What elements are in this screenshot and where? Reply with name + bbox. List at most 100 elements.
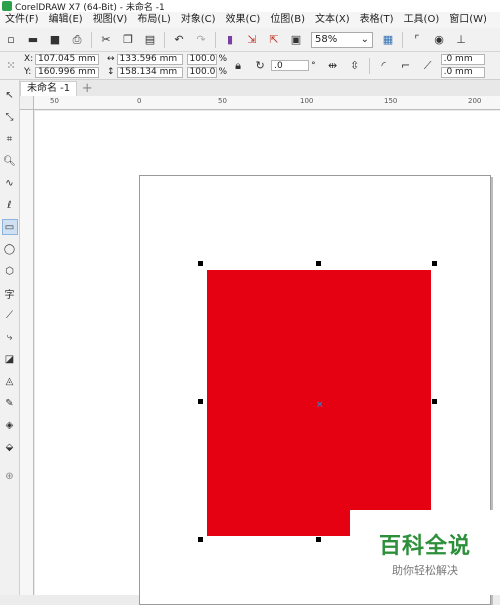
selection-handle[interactable] bbox=[316, 537, 321, 542]
export-icon[interactable]: ⇱ bbox=[265, 31, 283, 49]
show-grid-icon[interactable]: ◉ bbox=[430, 31, 448, 49]
selection-handle[interactable] bbox=[432, 399, 437, 404]
rotate-icon[interactable]: ↻ bbox=[251, 57, 269, 75]
zoom-level-select[interactable]: 58% ⌄ bbox=[311, 31, 373, 48]
rotation-field[interactable]: .0 bbox=[271, 60, 310, 71]
menu-file[interactable]: 文件(F) bbox=[0, 12, 44, 28]
crop-tool-icon[interactable]: ⌗ bbox=[2, 131, 18, 147]
height-field[interactable]: 158.134 mm bbox=[116, 66, 183, 78]
round-corner-icon[interactable]: ◜ bbox=[375, 57, 393, 75]
toolbox: ↖ ⤡ ⌗ 🔍︎ ∿ ℓ ▭ ◯ ⬡ 字 ⟋ ⤷ ◪ ◬ ✎ ◈ ⬙ ⊕ bbox=[0, 80, 20, 595]
color-eyedropper-icon[interactable]: ✎ bbox=[2, 395, 18, 411]
add-tool-icon[interactable]: ⊕ bbox=[2, 468, 18, 484]
menu-bitmap[interactable]: 位图(B) bbox=[265, 12, 310, 28]
degree-label: ° bbox=[311, 60, 316, 71]
save-icon[interactable]: ■ bbox=[46, 31, 64, 49]
menu-bar: 文件(F) 编辑(E) 视图(V) 布局(L) 对象(C) 效果(C) 位图(B… bbox=[0, 12, 500, 28]
toolbar-divider bbox=[215, 31, 216, 48]
mirror-horizontal-icon[interactable]: ⇹ bbox=[324, 57, 342, 75]
coreldraw-logo-icon bbox=[2, 1, 12, 11]
scale-height-value: 100.0 bbox=[189, 67, 216, 77]
pick-tool-icon[interactable]: ↖ bbox=[2, 87, 18, 103]
lock-ratio-icon[interactable]: 🔒︎ bbox=[229, 57, 247, 75]
zoom-tool-icon[interactable]: 🔍︎ bbox=[2, 153, 18, 169]
text-tool-icon[interactable]: 字 bbox=[2, 285, 18, 301]
snap-to-icon[interactable]: ⊥ bbox=[452, 31, 470, 49]
paste-icon[interactable]: ▤ bbox=[141, 31, 159, 49]
menu-view[interactable]: 视图(V) bbox=[88, 12, 133, 28]
ruler-origin[interactable] bbox=[20, 96, 34, 110]
connector-tool-icon[interactable]: ⤷ bbox=[2, 329, 18, 345]
menu-window[interactable]: 窗口(W) bbox=[444, 12, 492, 28]
redo-icon[interactable]: ↷ bbox=[192, 31, 210, 49]
horizontal-ruler[interactable]: 50 0 50 100 150 200 bbox=[34, 96, 500, 110]
menu-tools[interactable]: 工具(O) bbox=[399, 12, 445, 28]
menu-effects[interactable]: 效果(C) bbox=[221, 12, 266, 28]
open-folder-icon[interactable]: ▬ bbox=[24, 31, 42, 49]
parallel-dimension-icon[interactable]: ⟋ bbox=[2, 307, 18, 323]
menu-edit[interactable]: 编辑(E) bbox=[44, 12, 88, 28]
height-value: 158.134 mm bbox=[119, 67, 178, 77]
vertical-ruler[interactable] bbox=[20, 110, 34, 595]
object-origin-icon[interactable]: ⁙ bbox=[2, 57, 20, 75]
polygon-tool-icon[interactable]: ⬡ bbox=[2, 263, 18, 279]
corner-radius-top-field[interactable]: .0 mm bbox=[440, 53, 485, 65]
document-tab[interactable]: 未命名 -1 bbox=[20, 81, 78, 96]
cut-icon[interactable]: ✂ bbox=[97, 31, 115, 49]
interactive-fill-icon[interactable]: ◈ bbox=[2, 417, 18, 433]
menu-layout[interactable]: 布局(L) bbox=[132, 12, 175, 28]
width-icon: ↔ bbox=[107, 54, 115, 64]
x-label: X: bbox=[24, 54, 34, 64]
scalloped-corner-icon[interactable]: ⌐ bbox=[397, 57, 415, 75]
selection-handle[interactable] bbox=[432, 261, 437, 266]
selection-handle[interactable] bbox=[198, 537, 203, 542]
menu-object[interactable]: 对象(C) bbox=[176, 12, 221, 28]
selection-handle[interactable] bbox=[198, 399, 203, 404]
artistic-media-icon[interactable]: ℓ bbox=[2, 197, 18, 213]
title-bar: CorelDRAW X7 (64-Bit) - 未命名 -1 bbox=[0, 0, 500, 12]
search-content-icon[interactable]: ▮ bbox=[221, 31, 239, 49]
transparency-tool-icon[interactable]: ◬ bbox=[2, 373, 18, 389]
selection-handle[interactable] bbox=[198, 261, 203, 266]
menu-text[interactable]: 文本(X) bbox=[310, 12, 355, 28]
y-position-field[interactable]: 160.996 mm bbox=[35, 66, 99, 78]
drop-shadow-icon[interactable]: ◪ bbox=[2, 351, 18, 367]
smart-fill-icon[interactable]: ⬙ bbox=[2, 439, 18, 455]
ellipse-tool-icon[interactable]: ◯ bbox=[2, 241, 18, 257]
add-tab-button[interactable]: + bbox=[80, 82, 94, 96]
chevron-down-icon: ⌄ bbox=[360, 34, 369, 45]
y-label: Y: bbox=[24, 67, 32, 77]
show-rulers-icon[interactable]: ⌜ bbox=[408, 31, 426, 49]
full-screen-preview-icon[interactable]: ▦ bbox=[379, 31, 397, 49]
corner-radius-bottom-field[interactable]: .0 mm bbox=[440, 66, 485, 78]
toolbar-divider bbox=[402, 31, 403, 48]
freehand-tool-icon[interactable]: ∿ bbox=[2, 175, 18, 191]
selection-handle[interactable] bbox=[316, 261, 321, 266]
x-position-field[interactable]: 107.045 mm bbox=[35, 53, 99, 65]
publish-pdf-icon[interactable]: ▣ bbox=[287, 31, 305, 49]
width-field[interactable]: 133.596 mm bbox=[116, 53, 183, 65]
scale-width-value: 100.0 bbox=[189, 54, 216, 64]
width-value: 133.596 mm bbox=[119, 54, 178, 64]
chamfered-corner-icon[interactable]: ⟋ bbox=[419, 57, 437, 75]
undo-icon[interactable]: ↶ bbox=[170, 31, 188, 49]
rotation-center-icon[interactable]: × bbox=[316, 400, 324, 410]
copy-icon[interactable]: ❐ bbox=[119, 31, 137, 49]
ruler-tick-label: 0 bbox=[137, 97, 142, 105]
watermark-title: 百科全说 bbox=[378, 533, 471, 559]
shape-tool-icon[interactable]: ⤡ bbox=[2, 109, 18, 125]
import-icon[interactable]: ⇲ bbox=[243, 31, 261, 49]
mirror-vertical-icon[interactable]: ⇳ bbox=[346, 57, 364, 75]
scale-width-field[interactable]: 100.0 bbox=[186, 53, 217, 65]
print-icon[interactable]: ⎙ bbox=[68, 31, 86, 49]
percent-label: % bbox=[218, 54, 228, 64]
y-position-value: 160.996 mm bbox=[38, 67, 96, 77]
corner-radius-bottom-value: .0 mm bbox=[443, 67, 473, 77]
menu-table[interactable]: 表格(T) bbox=[355, 12, 399, 28]
corner-radius-top-value: .0 mm bbox=[443, 54, 473, 64]
toolbar-divider bbox=[164, 31, 165, 48]
scale-height-field[interactable]: 100.0 bbox=[186, 66, 217, 78]
rectangle-tool-icon[interactable]: ▭ bbox=[1, 219, 18, 235]
document-tab-bar: 未命名 -1 + bbox=[0, 80, 500, 96]
new-document-icon[interactable]: ▫ bbox=[2, 31, 20, 49]
